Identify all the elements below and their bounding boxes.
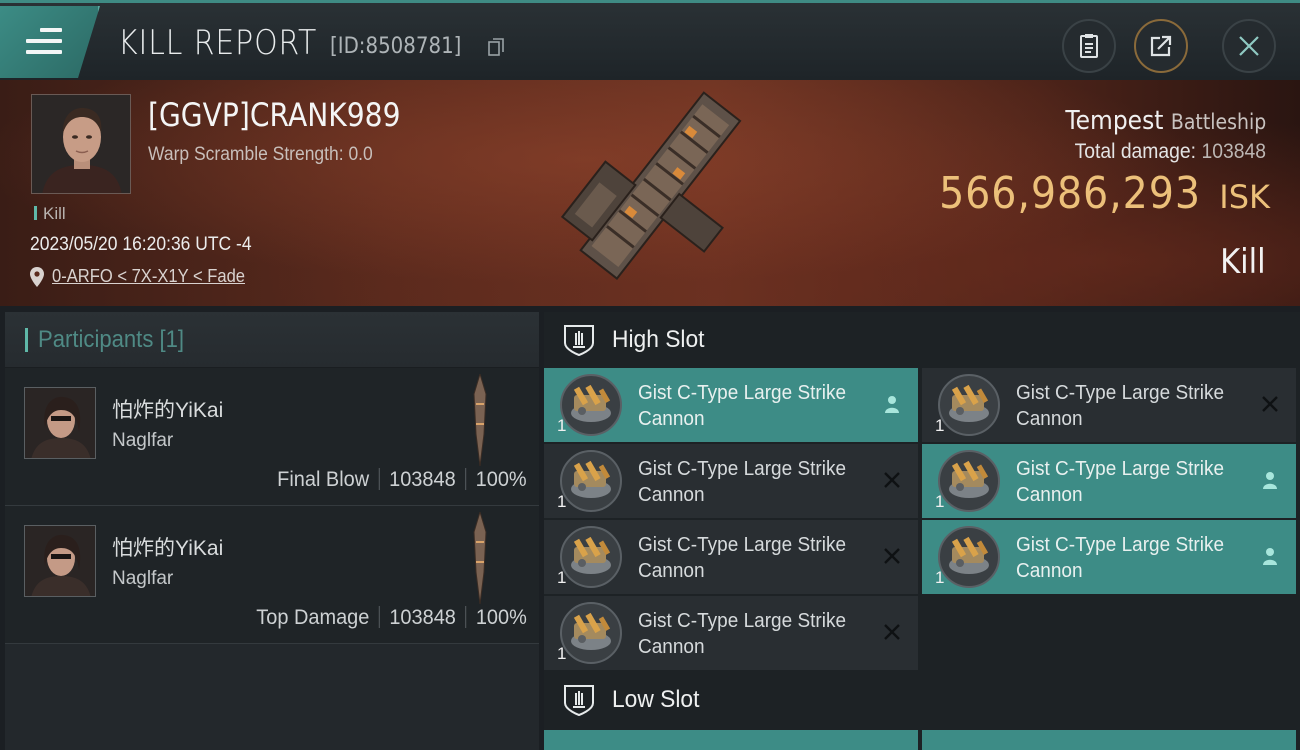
avatar: [24, 387, 96, 459]
participant-ship-image: [473, 374, 487, 466]
kill-result: Kill: [1220, 242, 1266, 282]
module-tile-partial[interactable]: [544, 730, 918, 750]
participant-percent: 100%: [475, 468, 527, 491]
module-name: Gist C-Type Large Strike Cannon: [638, 610, 847, 658]
share-button[interactable]: [1134, 19, 1188, 73]
participant-percent: 100%: [475, 606, 527, 629]
user-icon: [1263, 472, 1277, 489]
total-damage-value: 103848: [1201, 140, 1266, 163]
x-icon: [884, 624, 900, 640]
share-icon: [1150, 35, 1172, 57]
x-icon: [884, 548, 900, 564]
module-tile[interactable]: 1 Gist C-Type Large Strike Cannon: [544, 520, 918, 594]
participants-header: Participants [1]: [5, 312, 539, 368]
user-icon: [1263, 548, 1277, 565]
participant-name: 怕炸的YiKai: [112, 537, 224, 560]
victim-ship-image: [560, 91, 742, 280]
kill-banner: [GGVP]CRANK989 Warp Scramble Strength: 0…: [0, 80, 1300, 306]
participants-title: Participants [1]: [38, 325, 185, 353]
high-slot-header: High Slot: [544, 312, 1300, 368]
turret-icon: [938, 526, 1000, 588]
participant-stats: Final Blow 103848 100%: [277, 468, 527, 492]
slot-shield-icon: [564, 685, 594, 717]
low-slot-title: Low Slot: [612, 686, 700, 713]
kill-location[interactable]: 0-ARFO < 7X-X1Y < Fade: [30, 266, 262, 287]
top-bar: KILL REPORT [ID:8508781]: [0, 0, 1300, 80]
location-link[interactable]: 0-ARFO < 7X-X1Y < Fade: [52, 266, 245, 287]
slot-shield-icon: [564, 325, 594, 357]
victim-portrait[interactable]: [31, 94, 131, 194]
module-quantity: 1: [557, 644, 567, 663]
participant-ship: Naglfar: [112, 568, 174, 589]
close-button[interactable]: [1222, 19, 1276, 73]
module-tile[interactable]: 1 Gist C-Type Large Strike Cannon: [922, 444, 1296, 518]
turret-icon: [560, 602, 622, 664]
module-tile[interactable]: 1 Gist C-Type Large Strike Cannon: [544, 368, 918, 442]
turret-icon: [938, 450, 1000, 512]
module-name: Gist C-Type Large Strike Cannon: [1016, 458, 1225, 506]
module-tile-partial[interactable]: [922, 730, 1296, 750]
module-quantity: 1: [557, 568, 567, 587]
copy-icon[interactable]: [488, 38, 504, 56]
isk-value: 566,986,293: [939, 168, 1202, 219]
clipboard-icon: [1080, 34, 1098, 58]
x-icon: [884, 472, 900, 488]
turret-icon: [560, 450, 622, 512]
isk-unit: ISK: [1219, 178, 1270, 216]
ship-name: Tempest: [1065, 106, 1164, 136]
page-title: KILL REPORT: [118, 23, 318, 63]
participant-row[interactable]: 怕炸的YiKai Naglfar Final Blow 103848 100%: [5, 368, 539, 506]
participant-row[interactable]: 怕炸的YiKai Naglfar Top Damage 103848 100%: [5, 506, 539, 644]
total-damage-label: Total damage:: [1074, 140, 1197, 163]
turret-icon: [560, 526, 622, 588]
participant-name: 怕炸的YiKai: [112, 399, 224, 422]
participant-damage: 103848: [389, 606, 457, 629]
total-damage: Total damage: 103848: [1075, 140, 1266, 164]
close-icon: [1239, 36, 1259, 56]
turret-icon: [560, 374, 622, 436]
kill-timestamp: 2023/05/20 16:20:36 UTC -4: [30, 234, 252, 255]
module-tile[interactable]: 1 Gist C-Type Large Strike Cannon: [922, 520, 1296, 594]
module-tile[interactable]: 1 Gist C-Type Large Strike Cannon: [922, 368, 1296, 442]
participant-ship: Naglfar: [112, 430, 174, 451]
kill-tag: Kill: [34, 204, 66, 224]
avatar: [24, 525, 96, 597]
module-quantity: 1: [935, 416, 945, 435]
menu-button[interactable]: [0, 6, 100, 78]
user-icon: [885, 396, 899, 413]
report-id: [ID:8508781]: [330, 34, 462, 59]
location-pin-icon: [30, 266, 44, 287]
low-slot-header: Low Slot: [544, 672, 1300, 728]
module-name: Gist C-Type Large Strike Cannon: [1016, 382, 1225, 430]
module-tile[interactable]: 1 Gist C-Type Large Strike Cannon: [544, 596, 918, 670]
isk-loss: 566,986,293 ISK: [910, 168, 1270, 219]
module-name: Gist C-Type Large Strike Cannon: [1016, 534, 1225, 582]
scramble-strength: Warp Scramble Strength: 0.0: [148, 144, 373, 165]
fitting-panel: High Slot 1 Gist C-Type Large Strike Cann…: [544, 312, 1300, 750]
participant-damage: 103848: [389, 468, 457, 491]
high-slot-title: High Slot: [612, 326, 705, 353]
participant-ship-image: [473, 512, 487, 604]
module-name: Gist C-Type Large Strike Cannon: [638, 382, 847, 430]
module-quantity: 1: [557, 416, 567, 435]
module-name: Gist C-Type Large Strike Cannon: [638, 458, 847, 506]
ship-type: Tempest Battleship: [1065, 106, 1266, 136]
turret-icon: [938, 374, 1000, 436]
participant-role: Top Damage: [256, 606, 370, 629]
module-tile[interactable]: 1 Gist C-Type Large Strike Cannon: [544, 444, 918, 518]
module-quantity: 1: [935, 568, 945, 587]
clipboard-button[interactable]: [1062, 19, 1116, 73]
module-quantity: 1: [935, 492, 945, 511]
participant-stats: Top Damage 103848 100%: [256, 606, 527, 630]
participants-panel: Participants [1] 怕炸的YiKai Naglfar Final …: [5, 312, 539, 750]
module-name: Gist C-Type Large Strike Cannon: [638, 534, 847, 582]
avatar: [32, 95, 130, 193]
participant-role: Final Blow: [277, 468, 370, 491]
x-icon: [1262, 396, 1278, 412]
pilot-name: [GGVP]CRANK989: [148, 96, 401, 134]
module-quantity: 1: [557, 492, 567, 511]
ship-class: Battleship: [1170, 110, 1266, 134]
menu-icon: [26, 28, 62, 54]
